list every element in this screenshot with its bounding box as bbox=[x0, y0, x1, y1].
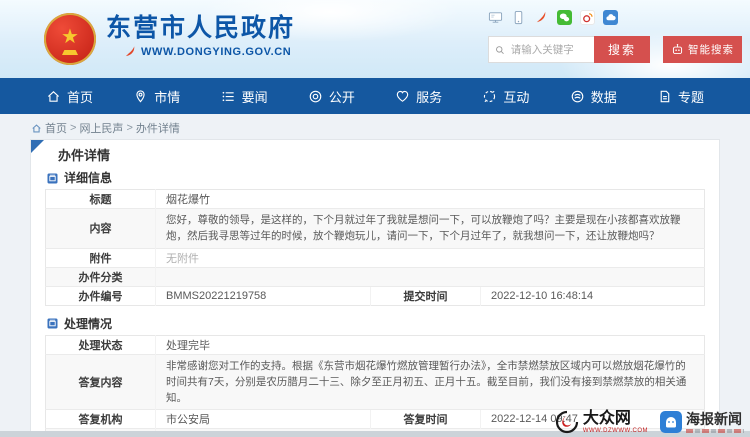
table-row: 办件编号 BMMS20221219758 提交时间 2022-12-10 16:… bbox=[45, 285, 705, 306]
home-icon bbox=[32, 123, 41, 132]
detail-panel: 办件详情 详细信息 标题 烟花爆竹 内容 您好，尊敬的领导，是这样的，下个月就过… bbox=[30, 139, 720, 437]
field-label: 内容 bbox=[45, 208, 156, 249]
section-title: 处理情况 bbox=[64, 316, 113, 331]
accessibility-swoosh-icon[interactable] bbox=[534, 10, 549, 25]
cloud-app-icon[interactable] bbox=[603, 10, 618, 25]
section-icon bbox=[47, 318, 58, 329]
site-url: WWW.DONGYING.GOV.CN bbox=[141, 45, 292, 58]
list-icon bbox=[222, 91, 234, 101]
table-row: 附件 无附件 bbox=[45, 247, 705, 268]
dazhong-logo-text: 大众网 bbox=[582, 409, 631, 427]
heart-icon bbox=[396, 90, 409, 102]
haibao-app-icon bbox=[660, 411, 682, 433]
smart-search-button[interactable]: 智能搜索 bbox=[663, 36, 742, 63]
nav-item-home[interactable]: 首页 bbox=[46, 87, 93, 106]
dazhongwang-mark-icon bbox=[555, 410, 578, 434]
nav-item-services[interactable]: 服务 bbox=[395, 87, 442, 106]
nav-item-city[interactable]: 市情 bbox=[133, 87, 180, 106]
document-icon bbox=[660, 90, 670, 102]
search-input[interactable] bbox=[508, 42, 588, 57]
nav-item-open[interactable]: 公开 bbox=[308, 87, 355, 106]
field-value bbox=[155, 266, 705, 287]
nav-item-topics[interactable]: 专题 bbox=[657, 87, 704, 106]
detail-info-section: 详细信息 标题 烟花爆竹 内容 您好，尊敬的领导，是这样的，下个月就过年了我就是… bbox=[45, 168, 705, 306]
robot-icon bbox=[672, 44, 683, 55]
haibao-tagline bbox=[686, 428, 744, 433]
dazhong-logo[interactable]: 大众网 WWW.DZWWW.COM bbox=[555, 410, 648, 434]
interact-icon bbox=[484, 90, 496, 102]
field-label: 处理状态 bbox=[78, 339, 123, 352]
swoosh-icon bbox=[125, 46, 135, 57]
field-label: 答复时间 bbox=[370, 409, 481, 429]
breadcrumb-home[interactable]: 首页 bbox=[45, 120, 67, 136]
site-title[interactable]: 东营市人民政府 bbox=[106, 15, 295, 42]
section-title: 详细信息 bbox=[64, 171, 113, 185]
pin-icon bbox=[136, 89, 145, 103]
table-row: 办件分类 bbox=[45, 266, 705, 287]
media-logos: 大众网 WWW.DZWWW.COM 海报新闻 bbox=[555, 410, 744, 434]
utility-iconbar bbox=[488, 10, 618, 25]
field-label: 答复内容 bbox=[45, 353, 156, 410]
nav-item-news[interactable]: 要闻 bbox=[221, 87, 268, 106]
target-icon bbox=[309, 90, 322, 102]
search-bar: 搜索 智能搜索 bbox=[488, 36, 742, 63]
field-label: 办件编号 bbox=[45, 285, 156, 306]
wechat-icon[interactable] bbox=[557, 10, 572, 25]
breadcrumb-current: 办件详情 bbox=[135, 123, 180, 135]
field-value: 处理完毕 bbox=[155, 335, 705, 355]
search-box[interactable] bbox=[488, 36, 594, 63]
home-icon bbox=[47, 90, 60, 102]
page: ★ 东营市人民政府 WWW.DONGYING.GOV.CN 请输入关键字 搜索 … bbox=[0, 0, 750, 437]
field-label: 附件 bbox=[45, 247, 156, 268]
table-row: 内容 您好，尊敬的领导，是这样的，下个月就过年了我就是想问一下，可以放鞭炮了吗？… bbox=[45, 208, 705, 249]
field-value: 烟花爆竹 bbox=[155, 189, 705, 209]
national-emblem-logo[interactable]: ★ bbox=[44, 13, 96, 65]
breadcrumb: 首页 > 网上民声 > 办件详情 bbox=[31, 120, 180, 136]
field-value: 非常感谢您对工作的支持。根据《东营市烟花爆竹燃放管理暂行办法》，全市禁燃禁放区域… bbox=[155, 353, 705, 410]
emblem-gate-icon bbox=[62, 50, 78, 55]
page-title: 办件详情 bbox=[58, 148, 111, 163]
nav-item-interact[interactable]: 互动 bbox=[482, 87, 529, 106]
field-label: 办件分类 bbox=[45, 266, 156, 287]
site-header: ★ 东营市人民政府 WWW.DONGYING.GOV.CN 请输入关键字 搜索 … bbox=[0, 0, 750, 100]
weibo-icon[interactable] bbox=[580, 10, 595, 25]
detail-info-table: 标题 烟花爆竹 内容 您好，尊敬的领导，是这样的，下个月就过年了我就是想问一下，… bbox=[45, 189, 705, 306]
table-row: 答复内容 非常感谢您对工作的支持。根据《东营市烟花爆竹燃放管理暂行办法》，全市禁… bbox=[45, 353, 705, 410]
field-value: 您好，尊敬的领导，是这样的，下个月就过年了我就是想问一下，可以放鞭炮了吗？主要是… bbox=[155, 208, 705, 249]
smart-search-label: 智能搜索 bbox=[688, 44, 734, 56]
field-value: 2022-12-10 16:48:14 bbox=[480, 285, 705, 306]
emblem-star-icon: ★ bbox=[61, 26, 79, 48]
field-value: 市公安局 bbox=[155, 409, 371, 429]
mobile-icon[interactable] bbox=[511, 10, 526, 25]
field-value: BMMS20221219758 bbox=[155, 285, 371, 306]
table-row: 标题 烟花爆竹 bbox=[46, 189, 705, 209]
field-label: 提交时间 bbox=[370, 285, 481, 306]
field-label: 标题 bbox=[89, 194, 112, 206]
breadcrumb-separator: > bbox=[126, 122, 133, 134]
pc-icon[interactable] bbox=[488, 10, 503, 25]
field-label: 答复机构 bbox=[45, 409, 156, 429]
breadcrumb-separator: > bbox=[70, 122, 77, 134]
main-nav: 首页 市情 要闻 公开 服务 互动 数据 专题 bbox=[0, 78, 750, 114]
haibao-logo[interactable]: 海报新闻 bbox=[660, 411, 744, 433]
haibao-logo-text: 海报新闻 bbox=[686, 410, 742, 427]
field-value: 无附件 bbox=[155, 247, 705, 268]
breadcrumb-online-voice[interactable]: 网上民声 bbox=[79, 120, 123, 136]
table-row: 处理状态 处理完毕 bbox=[46, 335, 705, 355]
section-icon bbox=[47, 173, 58, 183]
nav-item-data[interactable]: 数据 bbox=[570, 87, 617, 106]
data-icon bbox=[571, 90, 583, 102]
search-icon bbox=[496, 45, 504, 54]
dazhong-url: WWW.DZWWW.COM bbox=[582, 427, 648, 434]
site-title-block: 东营市人民政府 WWW.DONGYING.GOV.CN bbox=[106, 15, 295, 58]
search-button[interactable]: 搜索 bbox=[594, 36, 650, 63]
